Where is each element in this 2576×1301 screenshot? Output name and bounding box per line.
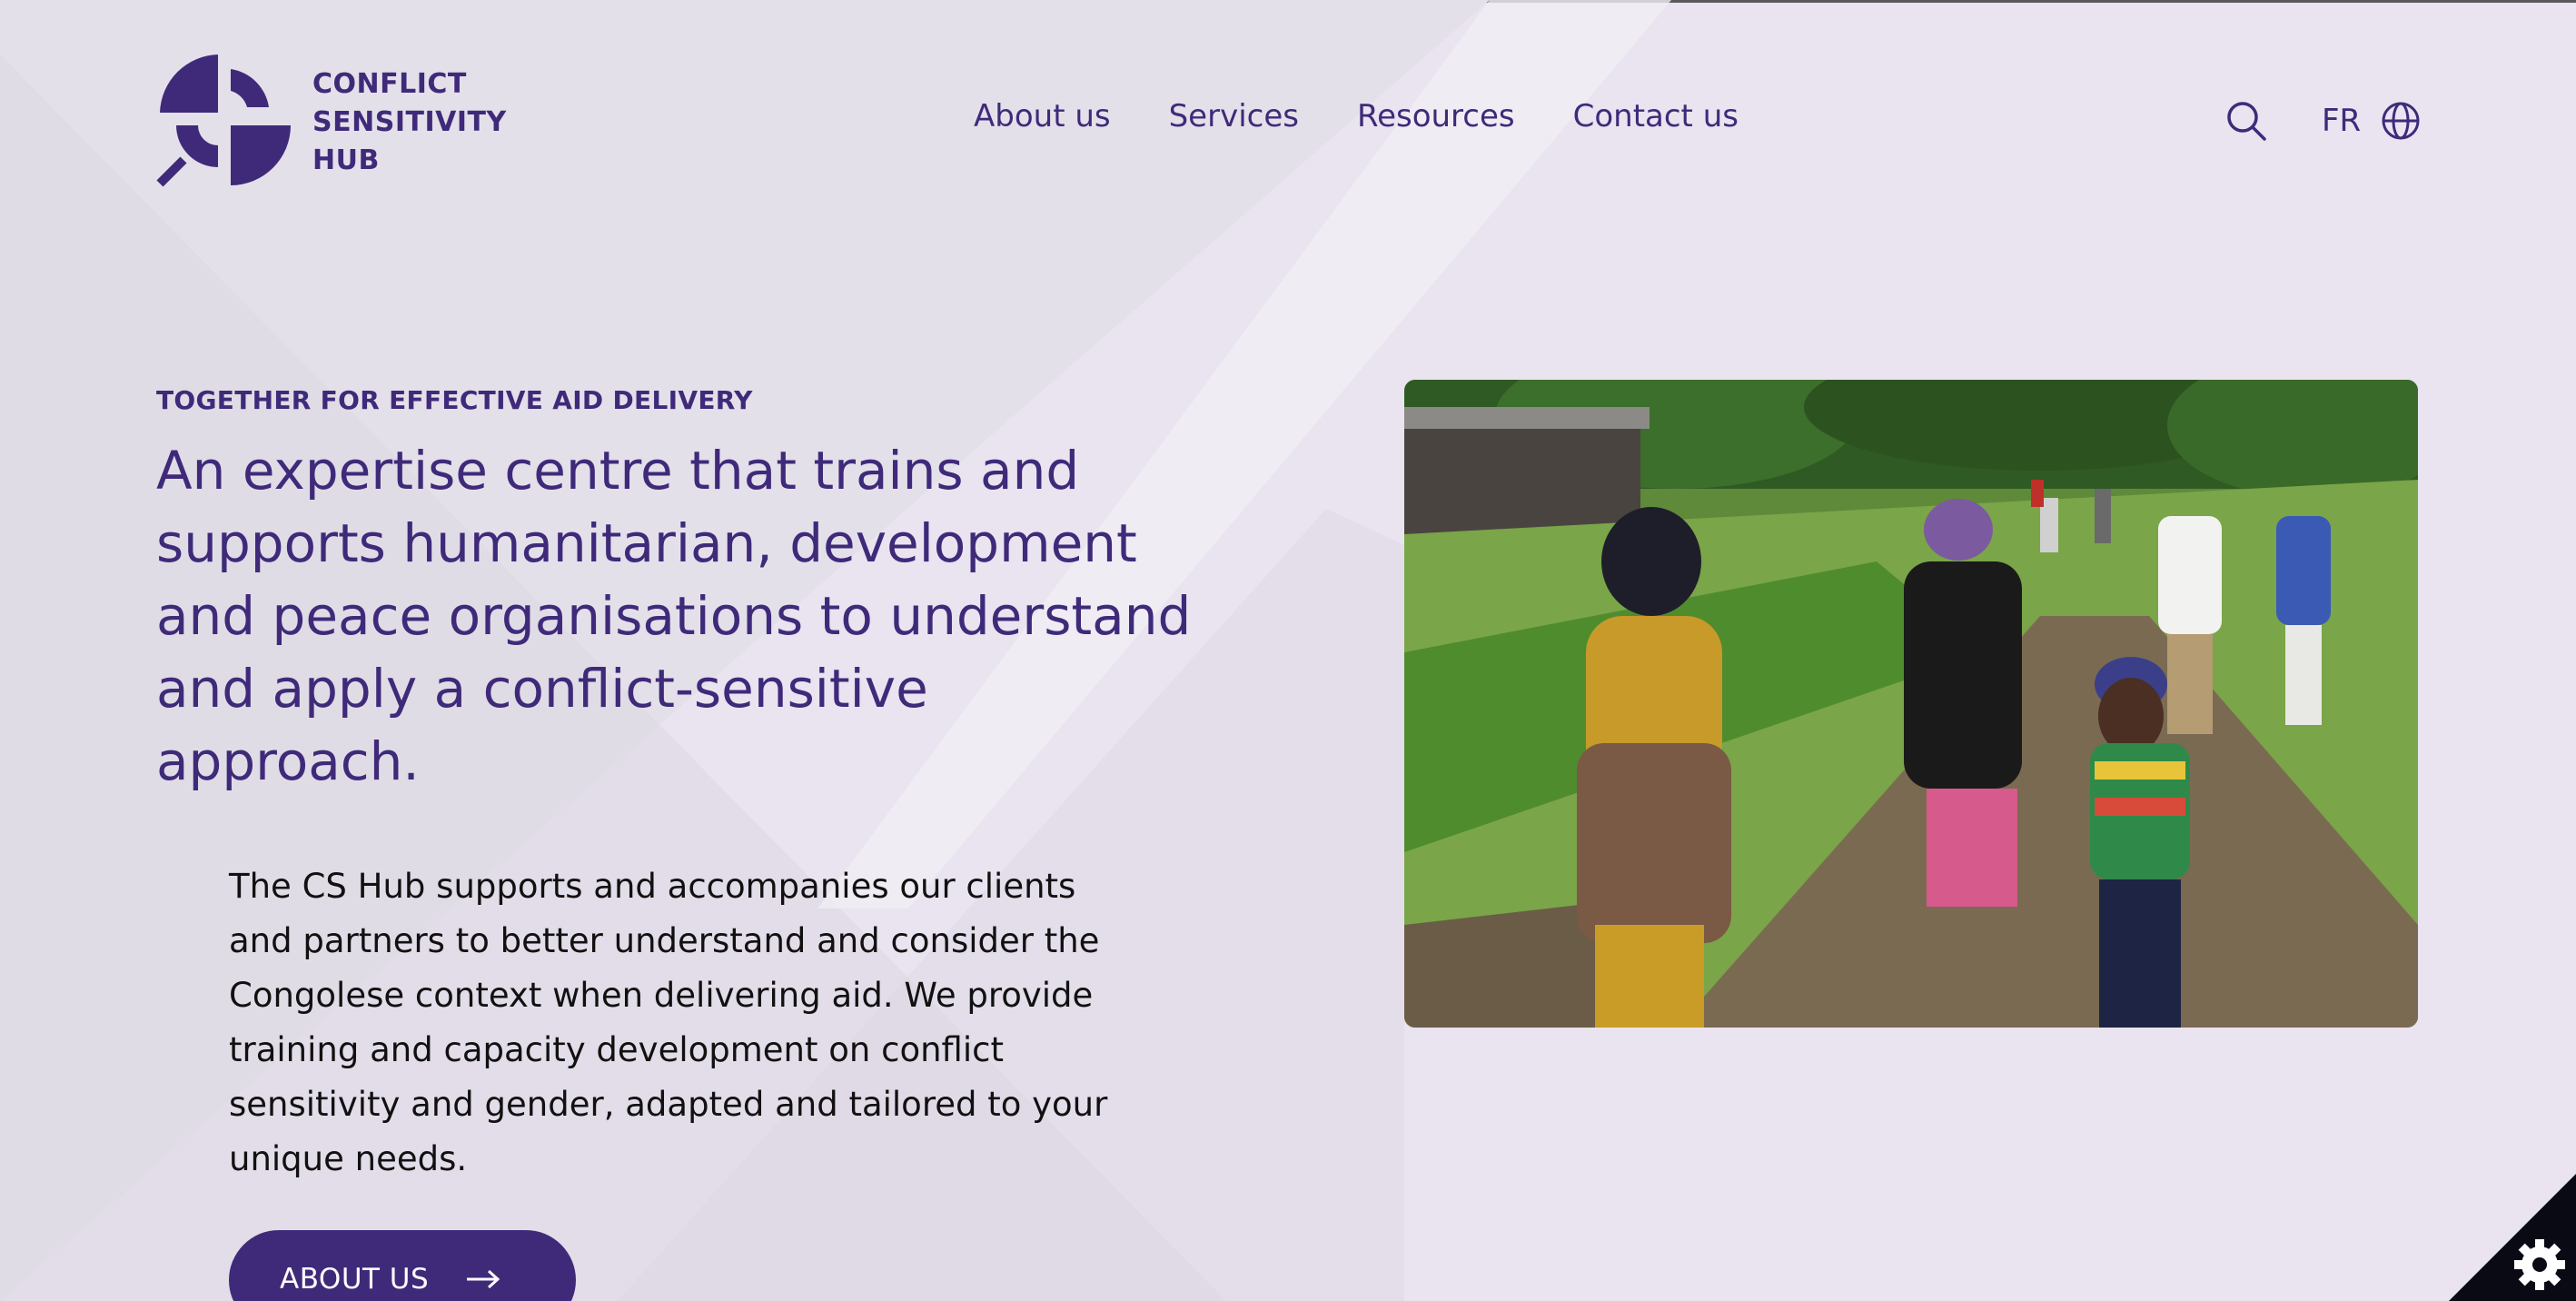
header-tools: FR	[2225, 98, 2421, 144]
about-us-button-label: ABOUT US	[280, 1263, 430, 1296]
main-nav: About us Services Resources Contact us	[974, 98, 1739, 134]
nav-services[interactable]: Services	[1169, 98, 1299, 134]
conflict-sensitivity-hub-logo-icon	[156, 55, 291, 187]
hero-eyebrow: TOGETHER FOR EFFECTIVE AID DELIVERY	[156, 385, 753, 415]
hero-headline: An expertise centre that trains and supp…	[156, 440, 1192, 792]
logo-line-1: CONFLICT	[312, 68, 467, 100]
about-us-button[interactable]: ABOUT US	[229, 1230, 576, 1301]
nav-resources[interactable]: Resources	[1357, 98, 1515, 134]
site-logo[interactable]: CONFLICT SENSITIVITY HUB	[156, 51, 507, 187]
nav-contact-us[interactable]: Contact us	[1573, 98, 1739, 134]
globe-icon[interactable]	[2381, 101, 2421, 141]
logo-line-3: HUB	[312, 144, 380, 176]
hero-photo	[1404, 380, 2418, 1028]
nav-about-us[interactable]: About us	[974, 98, 1111, 134]
logo-wordmark: CONFLICT SENSITIVITY HUB	[312, 65, 507, 180]
arrow-right-icon	[467, 1269, 500, 1289]
search-icon[interactable]	[2225, 100, 2267, 142]
hero-description: The CS Hub supports and accompanies our …	[229, 867, 1108, 1178]
cookie-settings-gear-icon[interactable]	[2449, 1174, 2576, 1301]
logo-line-2: SENSITIVITY	[312, 106, 507, 138]
language-switch-fr[interactable]: FR	[2322, 103, 2361, 139]
